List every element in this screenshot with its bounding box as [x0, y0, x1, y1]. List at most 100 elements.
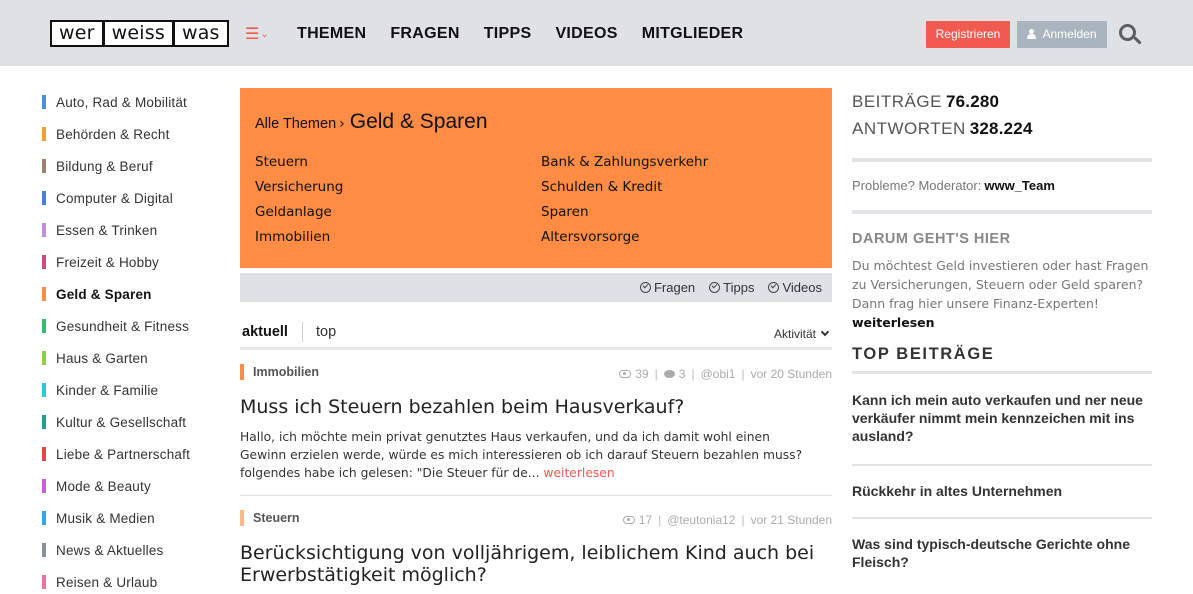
sidebar-item-label: Kinder & Familie — [56, 382, 159, 398]
sidebar-item-topic[interactable]: Freizeit & Hobby — [42, 246, 222, 278]
subtopic-link[interactable]: Geldanlage — [255, 204, 541, 221]
subtopic-link[interactable]: Versicherung — [255, 179, 541, 196]
subtopic-link[interactable]: Altersvorsorge — [541, 229, 825, 246]
sidebar-item-topic[interactable]: Haus & Garten — [42, 342, 222, 374]
sidebar-item-topic[interactable]: Geld & Sparen — [42, 278, 222, 310]
logo-word-1: wer — [52, 22, 102, 45]
category-label: Immobilien — [253, 365, 319, 379]
sidebar-item-topic[interactable]: Mode & Beauty — [42, 470, 222, 502]
subtopic-link[interactable]: Bank & Zahlungsverkehr — [541, 154, 825, 171]
sidebar-item-topic[interactable]: Behörden & Recht — [42, 118, 222, 150]
read-more-link[interactable]: weiterlesen — [543, 466, 614, 480]
filter-fragen[interactable]: Fragen — [639, 280, 696, 295]
site-logo[interactable]: wer weiss was — [50, 20, 229, 47]
search-icon[interactable] — [1119, 24, 1143, 48]
subtopic-link[interactable]: Immobilien — [255, 229, 541, 246]
sidebar-item-label: Gesundheit & Fitness — [56, 318, 190, 334]
topic-header-box: Alle Themen › Geld & Sparen Steuern Bank… — [240, 88, 832, 268]
top-post-link[interactable]: Rückkehr in altes Unternehmen — [852, 482, 1152, 500]
about-read-more-link[interactable]: weiterlesen — [852, 315, 935, 330]
topic-color-bar — [42, 575, 46, 589]
register-button[interactable]: Registrieren — [926, 21, 1010, 48]
moderator-label: Probleme? Moderator: — [852, 178, 982, 193]
post-author[interactable]: @teutonia12 — [667, 513, 735, 527]
sidebar-item-topic[interactable]: Liebe & Partnerschaft — [42, 438, 222, 470]
top-post-link[interactable]: Kann ich mein auto verkaufen und ner neu… — [852, 391, 1152, 445]
sidebar-item-label: Haus & Garten — [56, 350, 148, 366]
sidebar-item-label: Computer & Digital — [56, 190, 173, 206]
filter-label: Tipps — [723, 280, 755, 295]
sidebar-item-label: Behörden & Recht — [56, 126, 170, 142]
sidebar-item-topic[interactable]: News & Aktuelles — [42, 534, 222, 566]
topic-color-bar — [42, 543, 46, 557]
sort-dropdown[interactable]: Aktivität — [774, 327, 830, 341]
sidebar-item-topic[interactable]: Auto, Rad & Mobilität — [42, 86, 222, 118]
sidebar-item-label: Freizeit & Hobby — [56, 254, 159, 270]
subtopic-link[interactable]: Sparen — [541, 204, 825, 221]
views-icon — [619, 370, 632, 378]
topic-stats: BEITRÄGE 76.280 ANTWORTEN 328.224 — [852, 88, 1033, 142]
post-item: Steuern 17 | @teutonia12 | vor 21 Stunde… — [240, 508, 832, 594]
breadcrumb: Alle Themen › Geld & Sparen — [255, 110, 488, 134]
nav-videos[interactable]: VIDEOS — [555, 25, 617, 43]
post-author[interactable]: @obi1 — [701, 367, 736, 381]
sidebar-item-topic[interactable]: Kultur & Gesellschaft — [42, 406, 222, 438]
moderator-info: Probleme? Moderator: www_Team — [852, 178, 1055, 193]
stat-value: 328.224 — [969, 119, 1033, 138]
login-button[interactable]: Anmelden — [1017, 21, 1107, 48]
topic-color-bar — [42, 415, 46, 429]
topic-color-bar — [42, 255, 46, 269]
topic-color-bar — [42, 159, 46, 173]
post-time: vor 21 Stunden — [750, 513, 832, 527]
hamburger-menu-icon[interactable]: ☰⌄ — [245, 26, 269, 43]
post-category[interactable]: Immobilien — [240, 364, 319, 380]
sidebar-item-topic[interactable]: Musik & Medien — [42, 502, 222, 534]
moderator-name[interactable]: www_Team — [984, 178, 1055, 193]
view-count: 39 — [635, 367, 649, 381]
topic-color-bar — [42, 479, 46, 493]
filter-videos[interactable]: Videos — [768, 280, 822, 295]
category-label: Steuern — [253, 511, 300, 525]
nav-fragen[interactable]: FRAGEN — [390, 25, 459, 43]
subtopic-list: Steuern Bank & Zahlungsverkehr Versicher… — [255, 154, 825, 246]
topic-color-bar — [42, 511, 46, 525]
sidebar-item-label: Geld & Sparen — [56, 286, 152, 302]
topic-color-bar — [42, 447, 46, 461]
sidebar-item-topic[interactable]: Reisen & Urlaub — [42, 566, 222, 594]
check-circle-icon — [709, 282, 721, 293]
subtopic-link[interactable]: Schulden & Kredit — [541, 179, 825, 196]
filter-tipps[interactable]: Tipps — [709, 280, 754, 295]
tab-aktuell[interactable]: aktuell — [242, 324, 288, 340]
nav-tipps[interactable]: TIPPS — [484, 25, 532, 43]
post-title[interactable]: Berücksichtigung von volljährigem, leibl… — [240, 542, 820, 586]
comment-count: 3 — [678, 367, 686, 381]
topic-color-bar — [42, 127, 46, 141]
filter-label: Fragen — [653, 280, 696, 295]
about-body: Du möchtest Geld investieren oder hast F… — [852, 258, 1149, 311]
sidebar-item-topic[interactable]: Computer & Digital — [42, 182, 222, 214]
breadcrumb-all-topics[interactable]: Alle Themen — [255, 116, 336, 132]
post-title[interactable]: Muss ich Steuern bezahlen beim Hausverka… — [240, 396, 820, 418]
sidebar-item-topic[interactable]: Kinder & Familie — [42, 374, 222, 406]
nav-mitglieder[interactable]: MITGLIEDER — [642, 25, 744, 43]
sidebar-item-label: Auto, Rad & Mobilität — [56, 94, 188, 110]
post-category[interactable]: Steuern — [240, 510, 300, 526]
stat-label: ANTWORTEN — [852, 119, 966, 138]
sidebar-item-label: Reisen & Urlaub — [56, 574, 158, 590]
stat-value: 76.280 — [945, 92, 1000, 111]
chevron-down-icon — [820, 327, 830, 337]
topic-color-bar — [42, 383, 46, 397]
sort-tabs: aktuell top Aktivität — [240, 320, 832, 350]
sidebar-item-topic[interactable]: Gesundheit & Fitness — [42, 310, 222, 342]
subtopic-link[interactable]: Steuern — [255, 154, 541, 171]
sidebar-item-topic[interactable]: Essen & Trinken — [42, 214, 222, 246]
tab-top[interactable]: top — [316, 324, 336, 340]
sidebar-item-topic[interactable]: Bildung & Beruf — [42, 150, 222, 182]
sidebar-item-label: Kultur & Gesellschaft — [56, 414, 187, 430]
comments-icon — [663, 370, 675, 378]
views-icon — [622, 516, 635, 524]
top-post-link[interactable]: Was sind typisch-deutsche Gerichte ohne … — [852, 535, 1152, 571]
excerpt-text: Hallo, ich möchte mein privat genutztes … — [240, 430, 803, 480]
nav-themen[interactable]: THEMEN — [297, 25, 366, 43]
tab-divider — [302, 322, 303, 342]
